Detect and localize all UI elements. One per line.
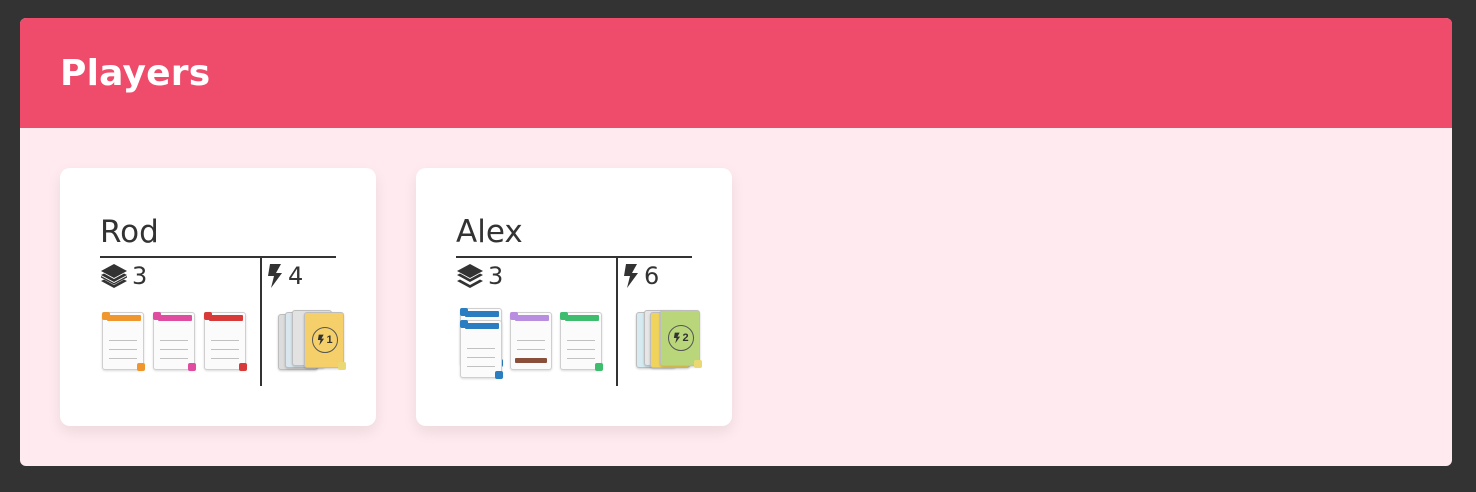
- energy-pile[interactable]: 2: [634, 308, 714, 388]
- card-band: [158, 315, 192, 321]
- card-tag: [510, 312, 518, 320]
- divider: [100, 256, 336, 258]
- card-tag: [102, 312, 110, 320]
- card-tag: [153, 312, 161, 320]
- lightning-icon: [674, 332, 681, 344]
- card-corner: [188, 363, 196, 371]
- energy-count: 4: [288, 262, 304, 290]
- card-corner: [595, 363, 603, 371]
- player-card[interactable]: Alex 3 6 2: [416, 168, 732, 426]
- pile-top-card: 1: [304, 312, 346, 370]
- pile-top-card: 2: [660, 310, 702, 368]
- card-band: [465, 311, 499, 317]
- card-corner: [694, 360, 702, 368]
- cards-count: 3: [132, 262, 148, 290]
- card-band: [107, 315, 141, 321]
- players-list: Rod 3 4 1 Alex 3 6 2: [20, 128, 1452, 466]
- card-text-lines: [467, 343, 495, 371]
- stacked-cards-icon: [457, 264, 483, 288]
- card-text-lines: [567, 335, 595, 363]
- player-name: Alex: [456, 214, 523, 250]
- energy-token-value: 2: [682, 332, 689, 344]
- stacked-cards-icon: [101, 264, 127, 288]
- card-footer: [515, 358, 547, 363]
- card-band: [465, 323, 499, 329]
- energy-token: 1: [312, 327, 338, 353]
- card-corner: [137, 363, 145, 371]
- lightning-icon: [318, 334, 325, 346]
- energy-token: 2: [668, 325, 694, 351]
- energy-pile[interactable]: 1: [278, 308, 358, 388]
- divider: [456, 256, 692, 258]
- card-tag: [460, 320, 468, 328]
- card-tag: [204, 312, 212, 320]
- hand-card[interactable]: [204, 312, 247, 371]
- cards-count: 3: [488, 262, 504, 290]
- hand-card[interactable]: [102, 312, 145, 371]
- card-tag: [560, 312, 568, 320]
- lightning-icon: [268, 264, 282, 288]
- hand-card[interactable]: [560, 312, 603, 371]
- card-band: [515, 315, 549, 321]
- players-panel: Players Rod 3 4 1 Alex 3 6 2: [20, 18, 1452, 466]
- card-tag: [460, 308, 468, 316]
- divider: [260, 258, 262, 386]
- card-corner: [495, 371, 503, 379]
- cards-stat: 3: [100, 262, 147, 290]
- card-text-lines: [211, 335, 239, 363]
- panel-header: Players: [20, 18, 1452, 128]
- energy-token-value: 1: [326, 334, 333, 346]
- card-text-lines: [109, 335, 137, 363]
- hand-cards: [102, 308, 252, 388]
- hand-card[interactable]: [510, 312, 552, 370]
- player-card[interactable]: Rod 3 4 1: [60, 168, 376, 426]
- player-name: Rod: [100, 214, 159, 250]
- lightning-icon: [624, 264, 638, 288]
- hand-card[interactable]: [153, 312, 196, 371]
- energy-stat: 4: [266, 262, 303, 290]
- cards-stat: 3: [456, 262, 503, 290]
- card-band: [565, 315, 599, 321]
- hand-cards: [458, 308, 608, 388]
- card-band: [209, 315, 243, 321]
- energy-stat: 6: [622, 262, 659, 290]
- card-corner: [239, 363, 247, 371]
- card-text-lines: [160, 335, 188, 363]
- divider: [616, 258, 618, 386]
- energy-count: 6: [644, 262, 660, 290]
- panel-title: Players: [60, 52, 211, 94]
- hand-card[interactable]: [460, 320, 503, 379]
- card-corner: [338, 362, 346, 370]
